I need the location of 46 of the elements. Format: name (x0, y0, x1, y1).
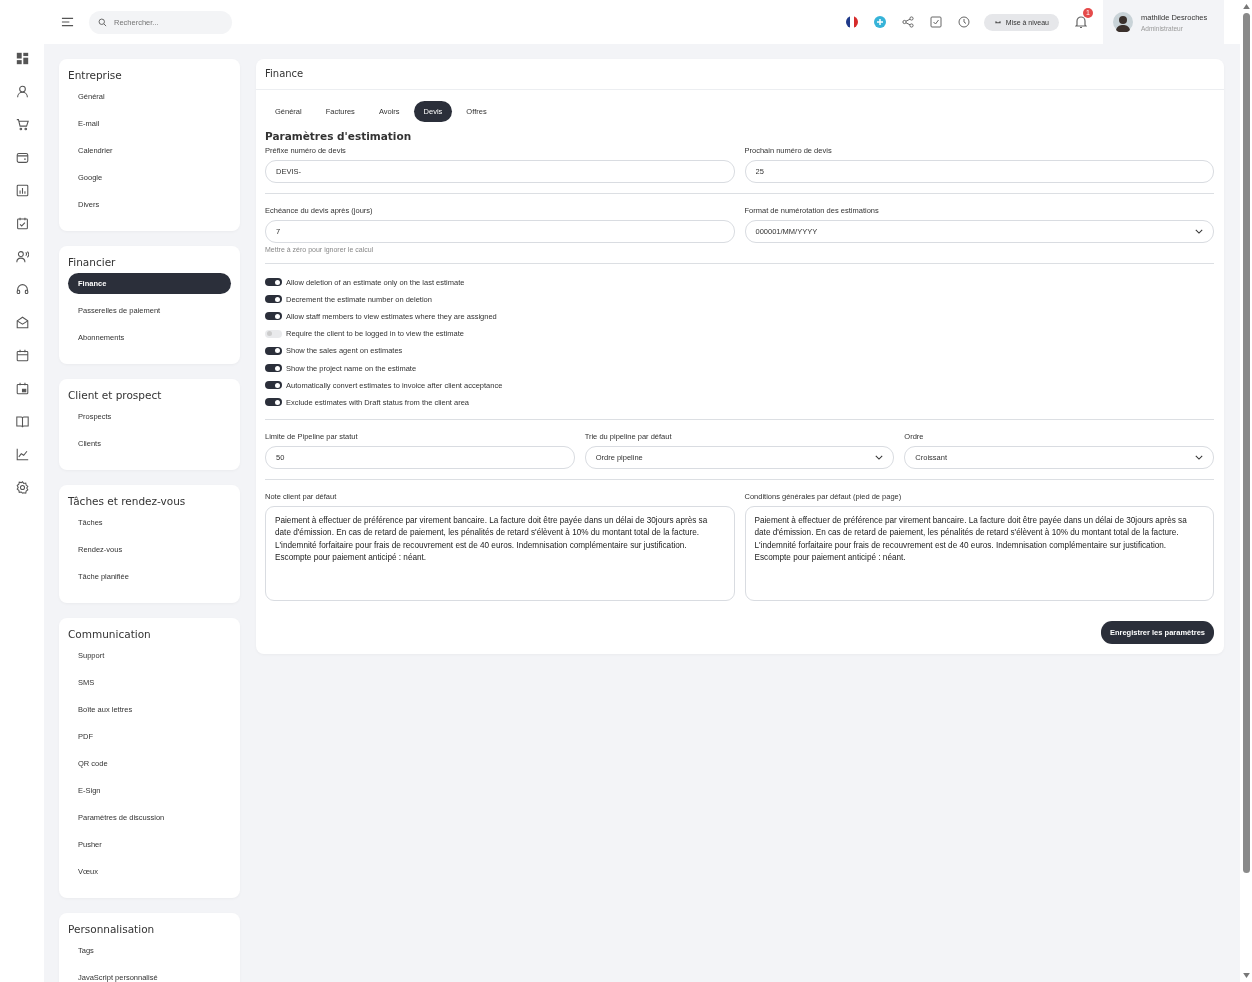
menu-heading: Personnalisation (68, 922, 156, 937)
menu-heading: Communication (68, 627, 152, 642)
scrollbar[interactable] (1240, 0, 1252, 982)
cart-icon[interactable] (15, 118, 29, 131)
section-title: Paramètres d'estimation (265, 130, 413, 142)
menu-heading: Client et prospect (68, 388, 163, 403)
checkbox-icon[interactable] (929, 16, 942, 28)
headset-icon[interactable] (15, 283, 29, 296)
bell-icon[interactable] (1075, 15, 1087, 29)
clipboard-check-icon[interactable] (15, 217, 29, 230)
contact-icon[interactable] (15, 250, 29, 263)
share-icon[interactable] (901, 16, 914, 28)
book-icon[interactable] (15, 415, 29, 428)
mail-icon[interactable] (15, 316, 29, 329)
wallet-icon[interactable] (15, 151, 29, 164)
toggle-switch[interactable] (265, 278, 282, 287)
search-icon (98, 17, 107, 27)
toggle-switch[interactable] (265, 312, 282, 321)
calendar-icon[interactable] (15, 349, 29, 362)
clock-icon[interactable] (957, 16, 970, 28)
menu-heading: Tâches et rendez-vous (68, 494, 187, 509)
toggle-switch[interactable] (265, 346, 282, 355)
line-chart-icon[interactable] (15, 448, 29, 461)
menu-icon[interactable] (61, 17, 74, 27)
scroll-up-icon[interactable] (1242, 4, 1250, 9)
toggle-switch[interactable] (265, 329, 282, 338)
toggle-switch[interactable] (265, 364, 282, 373)
scroll-down-icon[interactable] (1242, 973, 1250, 978)
flag-icon[interactable] (845, 16, 858, 28)
toggle-switch[interactable] (265, 295, 282, 304)
avatar (1113, 12, 1133, 32)
calendar-day-icon[interactable] (15, 382, 29, 395)
bar-chart-icon[interactable] (15, 184, 29, 197)
chevron-down-icon (1195, 229, 1203, 234)
chevron-down-icon (875, 454, 884, 460)
note-field[interactable]: Paiement à effectuer de préférence par virement bancaire. La facture doit être payée dans un délai de 30jours après sa date d'émission. En cas de retard de paiement, les pénalités de retard s'élèvent à 10% du montant total de la facture. L'indemnité forfaitaire pour frais de recouvrement est de 40 euros. Indemnisation complémentaire sur justification. Escompte pour paiement anticipé : néant. (744, 505, 1214, 601)
settings-icon[interactable] (15, 481, 29, 494)
toggle-switch[interactable] (265, 381, 282, 390)
note-field[interactable]: Paiement à effectuer de préférence par virement bancaire. La facture doit être payée dans un délai de 30jours après sa date d'émission. En cas de retard de paiement, les pénalités de retard s'élèvent à 10% du montant total de la facture. L'indemnité forfaitaire pour frais de recouvrement est de 40 euros. Indemnisation complémentaire sur justification. Escompte pour paiement anticipé : néant. (265, 505, 735, 601)
user-icon[interactable] (15, 85, 29, 98)
panel-title: Finance (256, 59, 1224, 90)
dashboard-icon[interactable] (15, 52, 29, 65)
toggle-switch[interactable] (265, 398, 282, 407)
chevron-down-icon (1195, 454, 1203, 460)
menu-heading: Entreprise (68, 68, 123, 83)
menu-heading: Financier (68, 255, 117, 270)
